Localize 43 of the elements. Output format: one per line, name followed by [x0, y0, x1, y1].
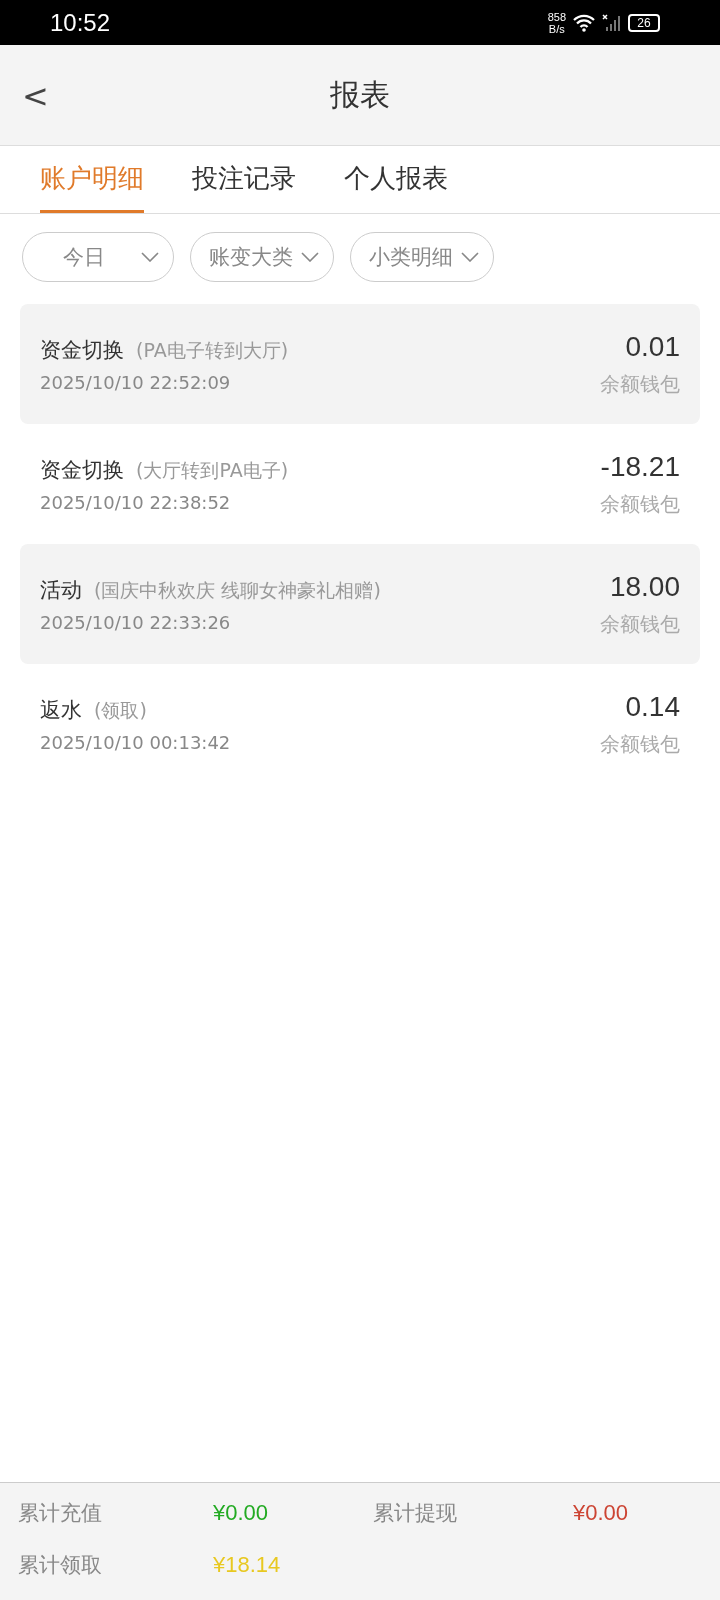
record-time: 2025/10/10 22:33:26: [40, 611, 232, 633]
summary-value: ¥0.00: [213, 1500, 270, 1526]
summary-label: 累计提现: [373, 1500, 458, 1527]
filter-dropdown[interactable]: 小类明细: [350, 232, 494, 282]
page-title: 报表: [330, 75, 390, 114]
battery-icon: 26: [628, 13, 660, 32]
record-time: 2025/10/10 22:38:52: [40, 491, 232, 513]
record-type: 资金切换: [40, 456, 124, 484]
record-amount: 0.01: [625, 330, 680, 363]
tab[interactable]: 账户明细: [40, 146, 144, 213]
back-button[interactable]: <: [14, 73, 57, 119]
record-amount: 0.14: [625, 690, 680, 723]
chevron-down-icon: [461, 252, 479, 262]
wifi-icon: [572, 13, 596, 32]
record-detail: (大厅转到PA电子): [136, 457, 289, 483]
tab[interactable]: 投注记录: [192, 146, 296, 213]
record-type: 资金切换: [40, 336, 124, 364]
network-speed: 858: [547, 10, 566, 23]
summary-value: ¥18.14: [213, 1552, 282, 1578]
record-time: 2025/10/10 00:13:42: [40, 731, 231, 753]
signal-icon: [602, 13, 622, 32]
filter-dropdown[interactable]: 今日: [22, 232, 174, 282]
record-amount: 18.00: [609, 570, 680, 603]
summary-label: 累计领取: [18, 1552, 103, 1579]
summary-value: ¥0.00: [573, 1500, 630, 1526]
summary-label: 累计充值: [18, 1500, 103, 1527]
record-detail: (国庆中秋欢庆 线聊女神豪礼相赠): [94, 577, 381, 603]
network-speed-unit: B/s: [548, 22, 565, 35]
clock: 10:52: [50, 8, 111, 37]
record-detail: (PA电子转到大厅): [136, 337, 289, 363]
wallet-label: 余额钱包: [600, 490, 680, 518]
wallet-label: 余额钱包: [600, 610, 680, 638]
chevron-down-icon: [141, 252, 159, 262]
chevron-down-icon: [301, 252, 319, 262]
record-type: 活动: [40, 576, 82, 604]
record-amount: -18.21: [600, 450, 680, 483]
record-detail: (领取): [94, 697, 147, 723]
wallet-label: 余额钱包: [600, 370, 680, 398]
filter-dropdown[interactable]: 账变大类: [190, 232, 334, 282]
tab[interactable]: 个人报表: [344, 146, 448, 213]
record-type: 返水: [40, 696, 82, 724]
wallet-label: 余额钱包: [600, 730, 680, 758]
record-time: 2025/10/10 22:52:09: [40, 371, 232, 393]
